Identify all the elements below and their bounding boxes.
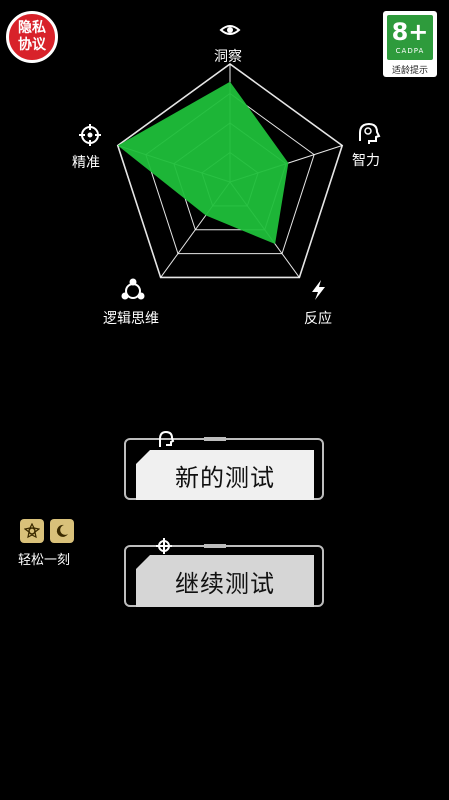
new-test-label: 新的测试 <box>175 463 275 492</box>
eye-icon <box>219 25 241 35</box>
target-icon <box>156 538 172 554</box>
relax-moment-label: 轻松一刻 <box>18 553 71 568</box>
radar-label-logic: 逻辑思维 <box>103 311 159 327</box>
new-test-group: 新的测试 <box>124 430 324 500</box>
radar-label-intelligence: 智力 <box>352 153 380 169</box>
lightning-icon <box>312 280 325 300</box>
head-icon <box>159 430 175 447</box>
continue-test-button[interactable]: 继续测试 <box>136 555 314 607</box>
radar-label-observe: 洞察 <box>214 49 242 65</box>
new-test-button[interactable]: 新的测试 <box>136 450 314 500</box>
radar-label-precision: 精准 <box>72 155 100 171</box>
continue-test-label: 继续测试 <box>175 569 275 598</box>
frame-notch <box>204 544 226 548</box>
logic-network-icon <box>121 278 145 300</box>
flower-icon[interactable] <box>20 519 44 543</box>
radar-label-reaction: 反应 <box>304 311 332 327</box>
brain-head-icon <box>359 122 381 144</box>
continue-test-group: 继续测试 <box>124 538 324 607</box>
crosshair-icon <box>79 124 101 146</box>
moon-icon[interactable] <box>50 519 74 543</box>
frame-notch <box>204 437 226 441</box>
